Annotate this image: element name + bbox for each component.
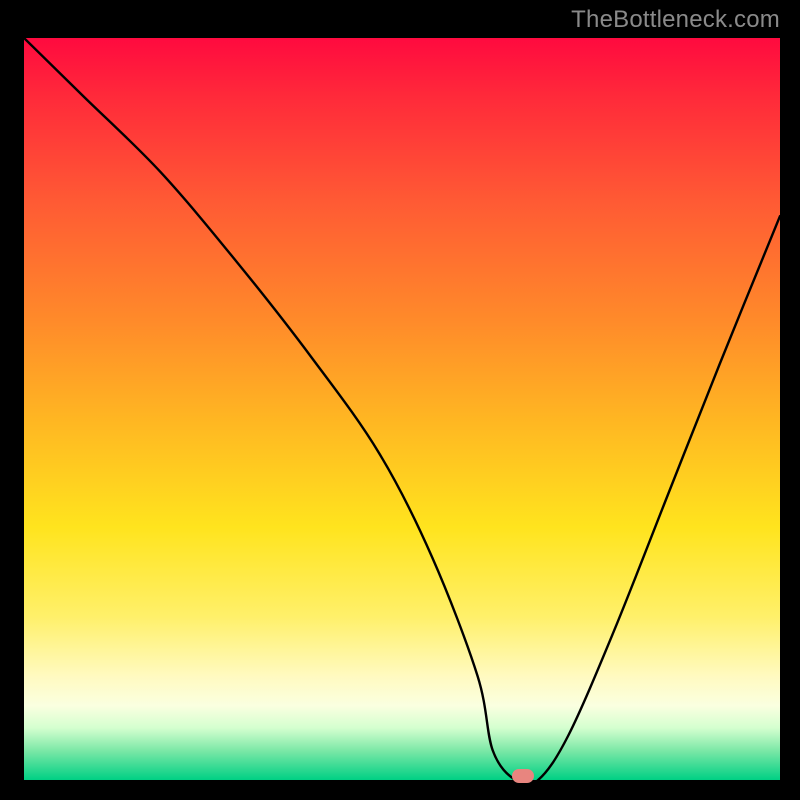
attribution-text: TheBottleneck.com — [571, 6, 780, 34]
bottleneck-curve — [24, 38, 780, 780]
chart-frame: TheBottleneck.com — [0, 0, 800, 800]
plot-area — [24, 38, 780, 780]
optimal-marker — [512, 769, 534, 783]
